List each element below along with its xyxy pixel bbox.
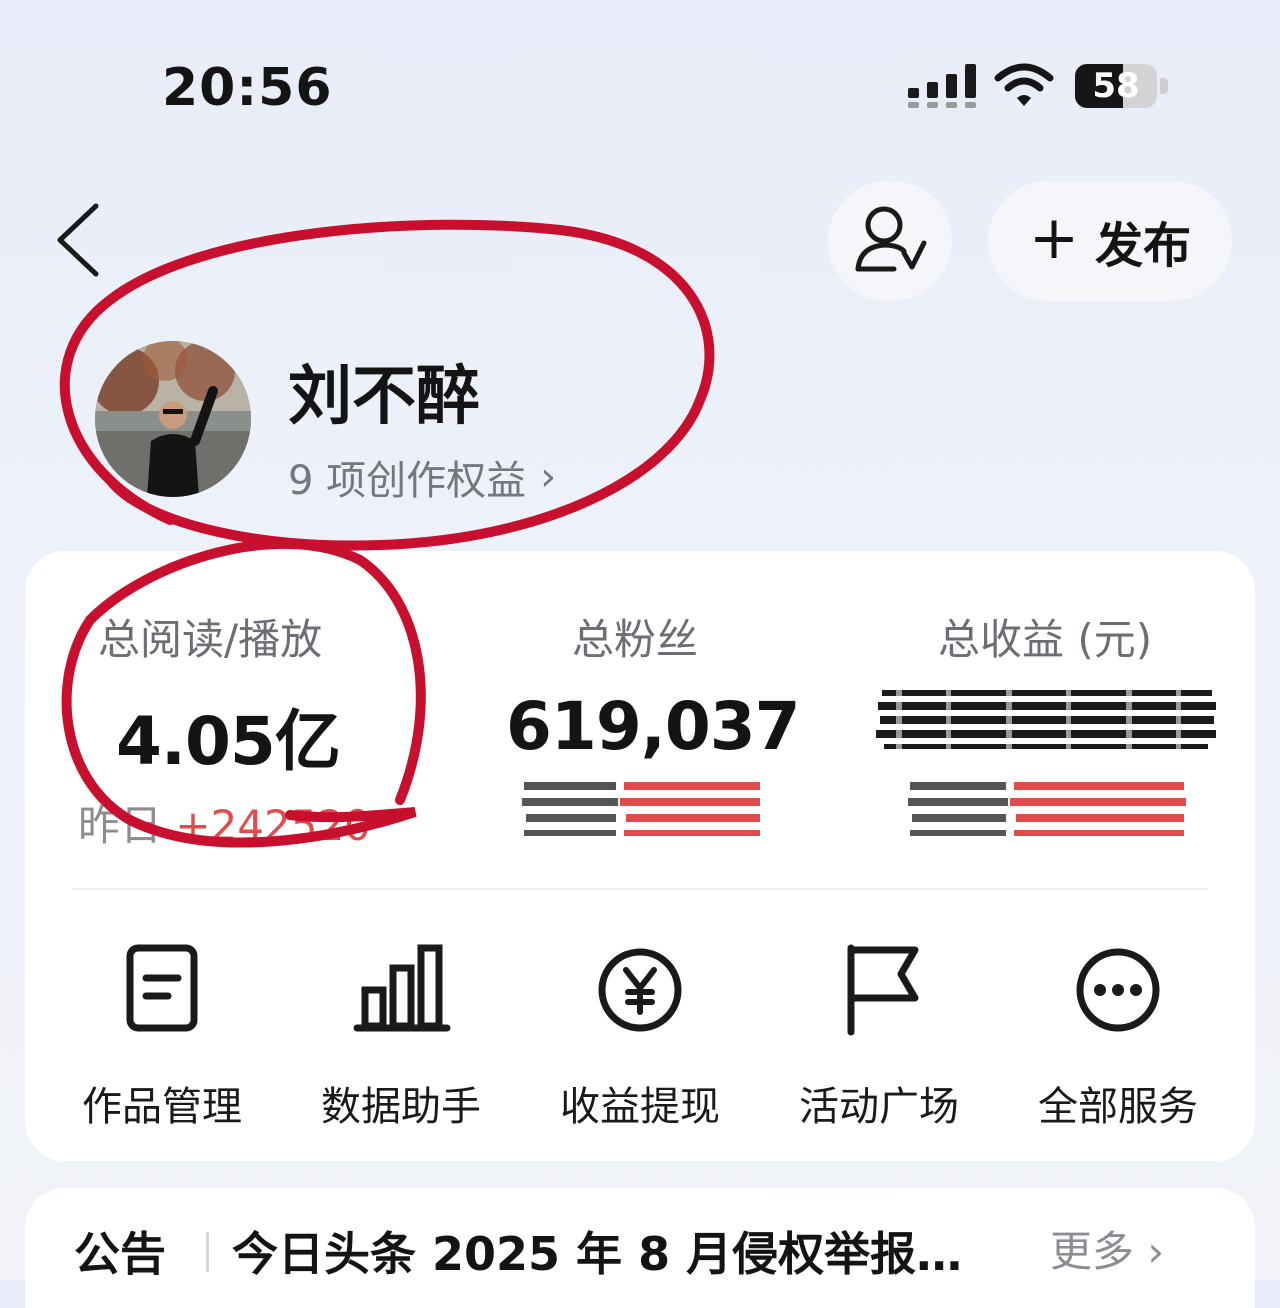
bar-chart-icon	[353, 944, 451, 1032]
avatar-image	[95, 341, 251, 497]
total-reads-label: 总阅读/播放	[98, 615, 323, 664]
fans-delta-obscured	[520, 770, 766, 850]
total-reads-value[interactable]: 4.05亿	[116, 688, 341, 784]
service-label: 全部服务	[1038, 1084, 1198, 1130]
avatar[interactable]	[95, 341, 251, 497]
announcement-separator	[206, 1232, 209, 1272]
yesterday-label: 昨日	[78, 801, 163, 850]
service-activity-plaza[interactable]: 活动广场	[769, 940, 989, 1132]
yesterday-reads-delta: +242520	[175, 801, 371, 850]
publish-button[interactable]: + 发布	[988, 181, 1232, 301]
plus-icon: +	[1028, 203, 1080, 273]
yesterday-reads: 昨日 +242520	[78, 792, 371, 853]
publish-label: 发布	[1095, 218, 1192, 274]
cellular-signal-icon	[908, 64, 976, 108]
service-works-management[interactable]: 作品管理	[52, 940, 272, 1132]
announcement-text[interactable]: 今日头条 2025 年 8 月侵权举报…	[232, 1218, 1022, 1284]
service-earnings-withdraw[interactable]: 收益提现	[530, 940, 750, 1132]
earnings-value-obscured	[876, 684, 1220, 756]
document-icon	[126, 944, 198, 1032]
more-dots-icon	[1076, 948, 1160, 1032]
service-all-services[interactable]: 全部服务	[1008, 940, 1228, 1132]
creator-rights-text: 9 项创作权益	[288, 458, 527, 504]
service-label: 作品管理	[82, 1084, 242, 1130]
battery-tip	[1160, 78, 1168, 94]
wifi-icon	[994, 63, 1054, 106]
total-fans-value[interactable]: 619,037	[506, 688, 801, 765]
back-button[interactable]	[48, 198, 108, 288]
service-label: 收益提现	[560, 1084, 720, 1130]
user-check-icon	[855, 206, 927, 272]
profile-name: 刘不醉	[288, 360, 480, 434]
battery-level: 58	[1092, 66, 1140, 106]
creator-rights-link[interactable]: 9 项创作权益 ›	[288, 448, 556, 506]
chevron-right-icon: ›	[540, 454, 557, 500]
divider	[72, 888, 1208, 890]
service-label: 数据助手	[321, 1084, 481, 1130]
battery-icon: 58	[1075, 64, 1157, 108]
user-verify-button[interactable]	[828, 181, 952, 301]
status-time: 20:56	[162, 58, 333, 118]
earnings-delta-obscured	[906, 770, 1190, 850]
total-earnings-label: 总收益 (元)	[938, 615, 1153, 664]
flag-icon	[847, 944, 919, 1036]
announcement-more-link[interactable]: 更多 ›	[1050, 1218, 1164, 1279]
service-label: 活动广场	[799, 1084, 959, 1130]
service-data-assistant[interactable]: 数据助手	[291, 940, 511, 1132]
announcement-tag: 公告	[74, 1227, 166, 1281]
yen-coin-icon	[598, 948, 682, 1032]
total-fans-label: 总粉丝	[572, 615, 699, 664]
